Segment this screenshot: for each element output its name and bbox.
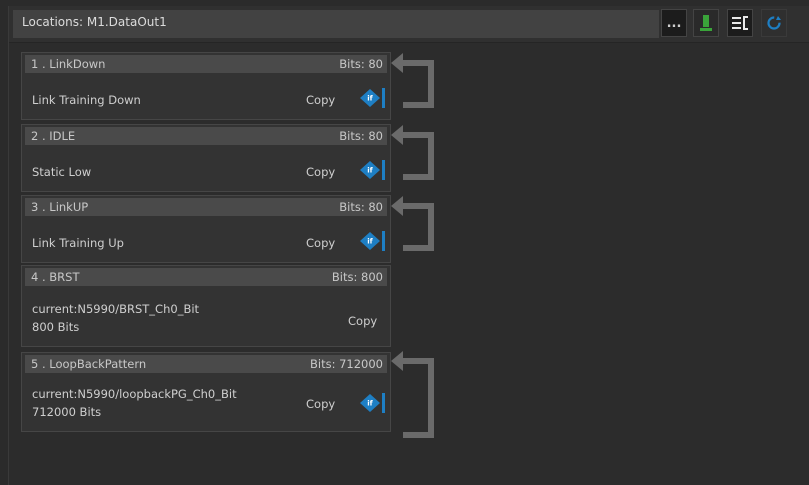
panel-header: Locations: M1.DataOut1 ...: [9, 6, 809, 43]
copy-label[interactable]: Copy: [348, 314, 377, 328]
list-icon: [732, 16, 748, 30]
block-bit-count: 800 Bits: [32, 320, 80, 334]
svg-text:if: if: [367, 238, 373, 246]
more-options-button[interactable]: ...: [661, 9, 687, 37]
block-source: current:N5990/BRST_Ch0_Bit: [32, 302, 200, 316]
refresh-icon: [767, 16, 781, 30]
locations-panel: Locations: M1.DataOut1 ... 1 . LinkDown …: [8, 6, 809, 485]
loop-back-icon[interactable]: [391, 51, 439, 111]
block-title: 5 . LoopBackPattern: [31, 357, 147, 371]
block-brst[interactable]: 4 . BRST Bits: 800 current:N5990/BRST_Ch…: [21, 265, 391, 347]
download-button[interactable]: [693, 9, 719, 37]
list-view-button[interactable]: [727, 9, 753, 37]
loop-back-icon[interactable]: [391, 123, 439, 183]
if-condition-icon[interactable]: if: [358, 228, 388, 254]
download-icon: [700, 15, 712, 31]
svg-text:if: if: [367, 167, 373, 175]
svg-text:if: if: [367, 400, 373, 408]
refresh-button[interactable]: [761, 9, 787, 37]
block-linkup[interactable]: 3 . LinkUP Bits: 80 Link Training Up Cop…: [21, 195, 391, 263]
block-bits: Bits: 800: [331, 270, 383, 284]
block-loopbackpattern[interactable]: 5 . LoopBackPattern Bits: 712000 current…: [21, 352, 391, 432]
block-bits: Bits: 80: [339, 200, 383, 214]
if-condition-icon[interactable]: if: [358, 390, 388, 416]
block-title: 4 . BRST: [31, 270, 80, 284]
more-options-label: ...: [666, 15, 682, 31]
block-header: 5 . LoopBackPattern Bits: 712000: [25, 355, 387, 373]
block-header: 2 . IDLE Bits: 80: [25, 127, 387, 145]
block-header: 3 . LinkUP Bits: 80: [25, 198, 387, 216]
locations-title: Locations: M1.DataOut1: [22, 15, 167, 29]
block-source: current:N5990/loopbackPG_Ch0_Bit: [32, 387, 237, 401]
block-idle[interactable]: 2 . IDLE Bits: 80 Static Low Copy if: [21, 124, 391, 192]
block-title: 3 . LinkUP: [31, 200, 89, 214]
loop-back-icon[interactable]: [391, 349, 439, 441]
block-bit-count: 712000 Bits: [32, 405, 102, 419]
block-description: Link Training Up: [32, 236, 124, 250]
block-bits: Bits: 712000: [309, 357, 383, 371]
block-description: Link Training Down: [32, 93, 141, 107]
block-bits: Bits: 80: [339, 57, 383, 71]
block-title: 2 . IDLE: [31, 129, 76, 143]
block-linkdown[interactable]: 1 . LinkDown Bits: 80 Link Training Down…: [21, 52, 391, 120]
block-bits: Bits: 80: [339, 129, 383, 143]
copy-label[interactable]: Copy: [306, 397, 335, 411]
block-header: 4 . BRST Bits: 800: [25, 268, 387, 286]
block-description: Static Low: [32, 165, 92, 179]
copy-label[interactable]: Copy: [306, 236, 335, 250]
copy-label[interactable]: Copy: [306, 93, 335, 107]
if-condition-icon[interactable]: if: [358, 157, 388, 183]
block-header: 1 . LinkDown Bits: 80: [25, 55, 387, 73]
block-title: 1 . LinkDown: [31, 57, 106, 71]
loop-back-icon[interactable]: [391, 194, 439, 254]
svg-text:if: if: [367, 95, 373, 103]
if-condition-icon[interactable]: if: [358, 85, 388, 111]
copy-label[interactable]: Copy: [306, 165, 335, 179]
locations-title-bar: Locations: M1.DataOut1: [13, 10, 659, 38]
